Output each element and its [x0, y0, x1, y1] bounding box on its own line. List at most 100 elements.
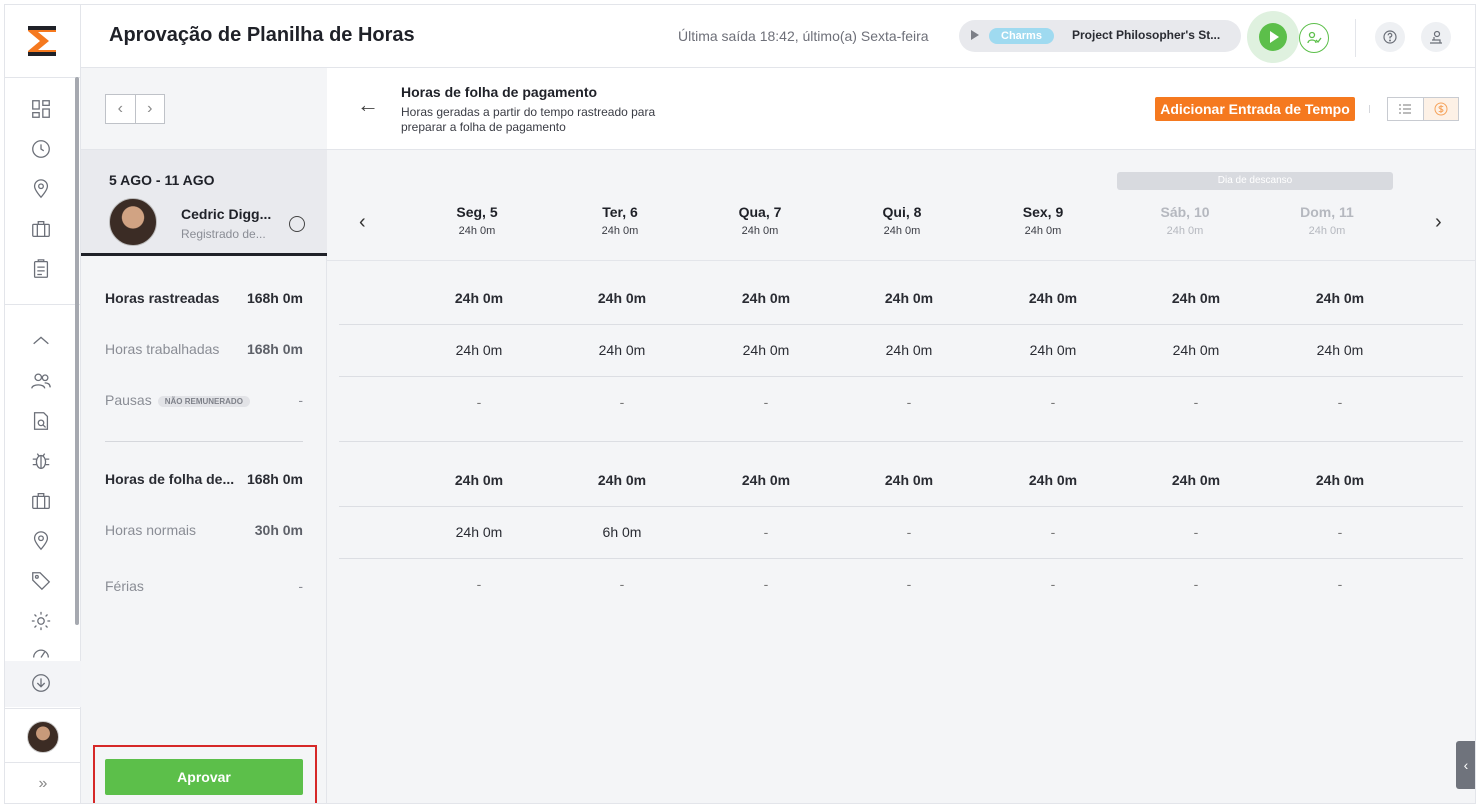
clock-icon[interactable] [29, 137, 53, 161]
hours-cell: 6h 0m [602, 524, 642, 540]
panel-title: Horas de folha de pagamento [401, 84, 598, 100]
table-row: 24h 0m 6h 0m - - - - - [339, 506, 1463, 558]
day-total: 24h 0m [1166, 225, 1204, 237]
panel-subtitle: Horas geradas a partir do tempo rastread… [401, 105, 656, 134]
select-radio[interactable] [289, 216, 305, 232]
hours-cell: - [763, 394, 769, 410]
summary-vacation: Férias - [105, 578, 303, 594]
location-icon[interactable] [29, 529, 53, 553]
day-column-header[interactable]: Qui, 8 24h 0m [847, 204, 957, 237]
hours-cell: 24h 0m [455, 342, 503, 358]
rail-divider [5, 708, 81, 709]
expand-sidebar-icon[interactable]: » [5, 762, 81, 803]
hours-cell: - [1050, 576, 1056, 592]
play-small-icon[interactable] [971, 30, 979, 40]
day-total: 24h 0m [1024, 225, 1062, 237]
hours-cell: 24h 0m [741, 472, 791, 488]
timesheet-card[interactable]: 5 AGO - 11 AGO Cedric Digg... Registrado… [81, 150, 327, 256]
briefcase-icon[interactable] [29, 489, 53, 513]
hours-cell: 24h 0m [454, 472, 504, 488]
back-arrow-icon[interactable]: ← [357, 92, 379, 118]
start-timer-button[interactable] [1259, 23, 1287, 51]
header-separator [1369, 105, 1370, 113]
hours-cell: 24h 0m [741, 290, 791, 306]
day-total: 24h 0m [1308, 225, 1346, 237]
day-column-header[interactable]: Qua, 7 24h 0m [705, 204, 815, 237]
user-check-icon[interactable] [1299, 23, 1329, 53]
chevron-up-icon[interactable] [29, 329, 53, 353]
summary-label: Pausas NÃO REMUNERADO [105, 392, 250, 408]
rail-divider [5, 304, 81, 305]
summary-label: Horas de folha de... [105, 471, 235, 487]
app-logo-icon[interactable] [25, 23, 59, 59]
payroll-view-icon[interactable] [1422, 98, 1458, 120]
summary-panel: ‹ › 5 AGO - 11 AGO Cedric Digg... Regist… [81, 68, 327, 803]
summary-label: Horas normais [105, 522, 197, 538]
timer-widget[interactable]: Charms Project Philosopher's St... [959, 20, 1241, 52]
nav-rail: » [5, 5, 81, 803]
hours-cell: - [1337, 576, 1343, 592]
rail-scrollbar[interactable] [75, 77, 79, 625]
download-icon[interactable] [29, 671, 53, 695]
table-row: ------- [339, 558, 1463, 610]
summary-value: 168h 0m [246, 341, 303, 357]
user-avatar[interactable] [27, 721, 59, 753]
hours-cell: - [906, 576, 912, 592]
hours-cell: - [1337, 394, 1343, 410]
day-column-header[interactable]: Ter, 6 24h 0m [565, 204, 675, 237]
summary-label: Férias [105, 578, 144, 594]
day-name: Sex, 9 [1022, 204, 1064, 220]
table-row: 24h 0m 24h 0m 24h 0m 24h 0m 24h 0m 24h 0m 24h … [339, 324, 1463, 376]
gauge-icon[interactable] [29, 645, 53, 659]
summary-value: - [298, 392, 303, 408]
location-icon[interactable] [29, 177, 53, 201]
member-name: Cedric Digg... [181, 206, 272, 222]
collapse-panel-icon[interactable]: ‹ [1456, 741, 1475, 789]
summary-regular: Horas normais 30h 0m [105, 522, 303, 538]
hours-cell: - [1050, 394, 1056, 410]
member-status: Registrado de... [181, 227, 266, 241]
help-icon[interactable] [1375, 22, 1405, 52]
tag-icon[interactable] [29, 569, 53, 593]
section-divider [339, 441, 1463, 442]
approve-button[interactable]: Aprovar [105, 759, 303, 795]
report-icon[interactable] [29, 409, 53, 433]
header-divider [327, 260, 1475, 261]
hours-cell: - [476, 576, 482, 592]
bug-icon[interactable] [29, 449, 53, 473]
users-icon[interactable] [29, 369, 53, 393]
list-view-icon[interactable] [1388, 98, 1423, 120]
hours-cell: - [1337, 524, 1343, 540]
summary-payroll: Horas de folha de... 168h 0m [105, 471, 303, 487]
week-range: 5 AGO - 11 AGO [109, 172, 215, 188]
summary-value: 168h 0m [246, 471, 303, 487]
summary-divider [105, 441, 303, 442]
hours-cell: 24h 0m [884, 472, 934, 488]
hours-cell: - [476, 394, 482, 410]
panel-header: ← Horas de folha de pagamento Horas gera… [327, 68, 1475, 150]
day-column-header[interactable]: Dom, 11 24h 0m [1272, 204, 1382, 237]
day-column-header[interactable]: Sex, 9 24h 0m [988, 204, 1098, 237]
clipboard-icon[interactable] [29, 257, 53, 281]
day-name: Sáb, 10 [1160, 204, 1210, 220]
hours-cell: - [906, 524, 912, 540]
prev-days-icon[interactable]: ‹ [359, 211, 366, 234]
add-time-entry-button[interactable]: Adicionar Entrada de Tempo [1155, 97, 1355, 121]
support-icon[interactable] [1421, 22, 1451, 52]
next-week-button[interactable]: › [134, 95, 165, 123]
day-column-header[interactable]: Seg, 5 24h 0m [422, 204, 532, 237]
gear-icon[interactable] [29, 609, 53, 633]
day-column-header[interactable]: Sáb, 10 24h 0m [1130, 204, 1240, 237]
prev-week-button[interactable]: ‹ [106, 95, 135, 123]
dashboard-icon[interactable] [29, 97, 53, 121]
hours-cell: 24h 0m [742, 342, 790, 358]
view-toggle [1387, 97, 1459, 121]
next-days-icon[interactable]: › [1435, 211, 1442, 234]
table-row: ------- [339, 376, 1463, 428]
hours-cell: 24h 0m [884, 290, 934, 306]
briefcase-icon[interactable] [29, 217, 53, 241]
hours-cell: 24h 0m [455, 524, 503, 540]
day-name: Qui, 8 [882, 204, 922, 220]
hours-cell: 24h 0m [597, 472, 647, 488]
hours-cell: 24h 0m [1028, 472, 1078, 488]
